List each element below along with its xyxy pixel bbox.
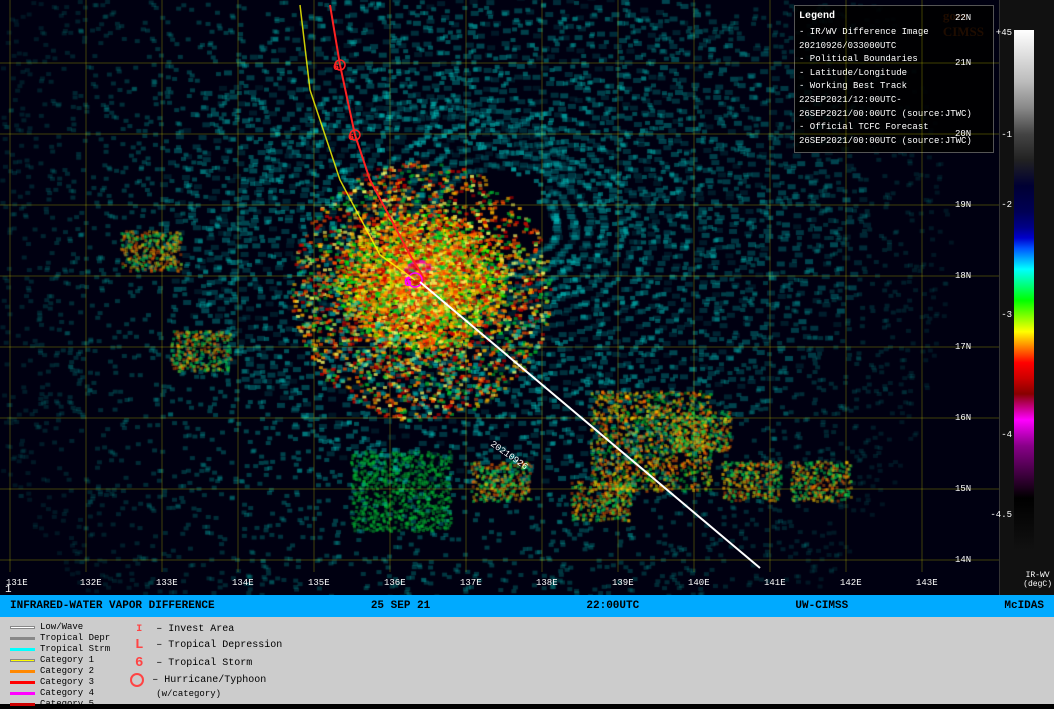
legend-ir-line: - IR/WV Difference Image bbox=[799, 26, 989, 39]
track-item-cat2: Category 2 bbox=[10, 666, 110, 676]
track-label-td: Tropical Depr bbox=[40, 633, 110, 643]
legend-title: Legend bbox=[799, 10, 989, 24]
symbol-item-invest: I – Invest Area bbox=[130, 624, 282, 635]
track-label-cat4: Category 4 bbox=[40, 688, 94, 698]
track-label-cat1: Category 1 bbox=[40, 655, 94, 665]
legend-latlon: - Latitude/Longitude bbox=[799, 67, 989, 80]
info-source: UW-CIMSS bbox=[795, 600, 848, 612]
track-line-cat2 bbox=[10, 670, 35, 673]
track-line-td bbox=[10, 637, 35, 640]
track-line-cat5 bbox=[10, 703, 35, 706]
track-item-cat5: Category 5 bbox=[10, 699, 110, 709]
hurricane-inner-icon bbox=[130, 673, 144, 687]
color-scale-bar bbox=[1014, 30, 1034, 550]
track-line-low bbox=[10, 626, 35, 629]
scale-label-1: -1 bbox=[1001, 130, 1012, 140]
symbol-legend: I – Invest Area L – Tropical Depression … bbox=[130, 622, 282, 699]
symbol-item-hurricane: – Hurricane/Typhoon bbox=[130, 673, 282, 687]
info-date: 25 SEP 21 bbox=[371, 600, 430, 612]
invest-label: – Invest Area bbox=[156, 624, 234, 635]
invest-icon: I bbox=[130, 624, 148, 635]
color-scale: +45 -1 -2 -3 -4 -4.5 IR-WV(degC) bbox=[999, 0, 1054, 595]
scale-unit-label: IR-WV(degC) bbox=[1023, 571, 1052, 590]
track-label-low: Low/Wave bbox=[40, 622, 83, 632]
info-software: McIDAS bbox=[1004, 600, 1044, 612]
info-time: 22:00UTC bbox=[586, 600, 639, 612]
legend-tcfc: - Official TCFC Forecast bbox=[799, 121, 989, 134]
legend-box: Legend - IR/WV Difference Image 20210926… bbox=[794, 5, 994, 153]
track-line-cat4 bbox=[10, 692, 35, 695]
ts-icon: 6 bbox=[130, 655, 148, 671]
map-area: +45 -1 -2 -3 -4 -4.5 IR-WV(degC) goes CI… bbox=[0, 0, 1054, 595]
td-label: – Tropical Depression bbox=[156, 640, 282, 651]
td-icon: L bbox=[130, 637, 148, 653]
track-legend: Low/Wave Tropical Depr Tropical Strm Cat… bbox=[10, 622, 110, 699]
info-title: INFRARED-WATER VAPOR DIFFERENCE bbox=[10, 600, 215, 612]
legend-best-track: - Working Best Track bbox=[799, 80, 989, 93]
track-item-low: Low/Wave bbox=[10, 622, 110, 632]
track-line-cat3 bbox=[10, 681, 35, 684]
scale-label-2: -2 bbox=[1001, 200, 1012, 210]
scale-label-45: -4.5 bbox=[990, 510, 1012, 520]
legend-track-date2: 26SEP2021/00:00UTC (source:JTWC) bbox=[799, 108, 989, 121]
track-line-ts bbox=[10, 648, 35, 651]
legend-political: - Political Boundaries bbox=[799, 53, 989, 66]
legend-tcfc-date: 26SEP2021/00:00UTC (source:JTWC) bbox=[799, 135, 989, 148]
hurricane-label: – Hurricane/Typhoon bbox=[152, 675, 266, 686]
track-label-ts: Tropical Strm bbox=[40, 644, 110, 654]
track-item-td: Tropical Depr bbox=[10, 633, 110, 643]
scale-label-3: -3 bbox=[1001, 310, 1012, 320]
ts-label: – Tropical Storm bbox=[156, 658, 252, 669]
track-item-ts: Tropical Strm bbox=[10, 644, 110, 654]
symbol-item-ts: 6 – Tropical Storm bbox=[130, 655, 282, 671]
track-label-cat3: Category 3 bbox=[40, 677, 94, 687]
track-line-cat1 bbox=[10, 659, 35, 662]
hurricane-note: (w/category) bbox=[130, 689, 282, 699]
track-label-cat2: Category 2 bbox=[40, 666, 94, 676]
scale-top-label: +45 bbox=[996, 28, 1012, 38]
legend-track-date1: 22SEP2021/12:00UTC- bbox=[799, 94, 989, 107]
track-item-cat4: Category 4 bbox=[10, 688, 110, 698]
main-container: +45 -1 -2 -3 -4 -4.5 IR-WV(degC) goes CI… bbox=[0, 0, 1054, 704]
scale-label-4: -4 bbox=[1001, 430, 1012, 440]
track-label-cat5: Category 5 bbox=[40, 699, 94, 709]
info-bar: INFRARED-WATER VAPOR DIFFERENCE 25 SEP 2… bbox=[0, 595, 1054, 617]
track-item-cat3: Category 3 bbox=[10, 677, 110, 687]
track-item-cat1: Category 1 bbox=[10, 655, 110, 665]
symbol-area: Low/Wave Tropical Depr Tropical Strm Cat… bbox=[0, 617, 1054, 704]
legend-date-line: 20210926/033000UTC bbox=[799, 40, 989, 53]
symbol-item-td: L – Tropical Depression bbox=[130, 637, 282, 653]
